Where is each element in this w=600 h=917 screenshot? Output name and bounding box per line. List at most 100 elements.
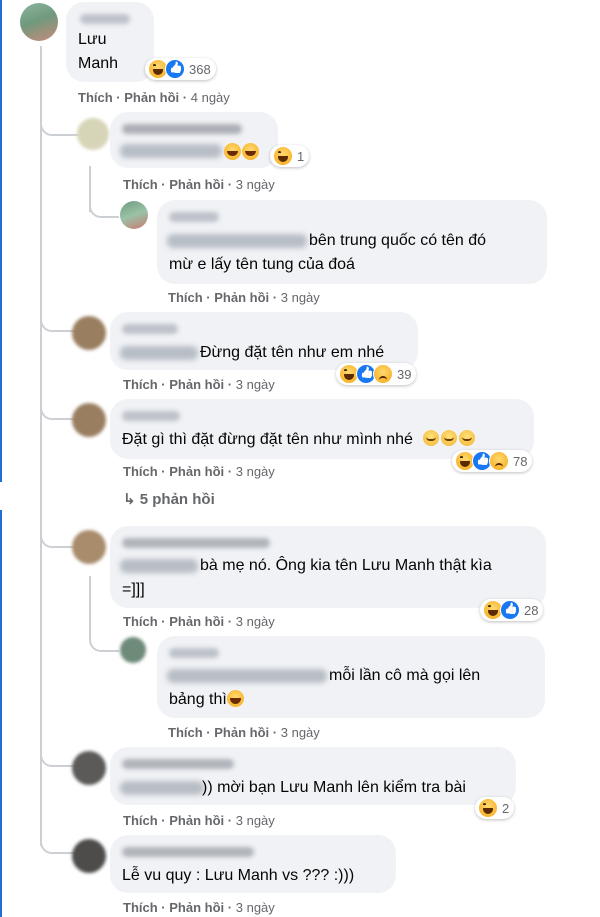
comment-text: )) mời bạn Lưu Manh lên kiểm tra bài — [202, 779, 466, 796]
avatar[interactable] — [20, 3, 58, 41]
separator: · — [161, 377, 166, 392]
author-name[interactable] — [122, 538, 270, 548]
sad-icon — [373, 364, 393, 384]
separator: · — [161, 813, 166, 828]
like-link[interactable]: Thích — [123, 900, 158, 915]
avatar[interactable] — [72, 530, 106, 564]
reaction-count: 28 — [524, 602, 539, 618]
timestamp[interactable]: 3 ngày — [281, 725, 320, 740]
author-name[interactable] — [122, 411, 180, 421]
separator: · — [227, 813, 233, 828]
timestamp[interactable]: 3 ngày — [281, 290, 320, 305]
mention-tag[interactable] — [167, 669, 327, 683]
author-name[interactable] — [80, 14, 130, 24]
thread-branch — [89, 630, 119, 652]
separator: · — [116, 90, 121, 105]
avatar[interactable] — [120, 201, 148, 229]
reaction-count: 368 — [189, 61, 211, 77]
reaction-summary[interactable]: 78 — [452, 450, 533, 472]
reaction-summary[interactable]: 2 — [475, 797, 515, 819]
like-link[interactable]: Thích — [168, 725, 203, 740]
comment-actions: Thích · Phản hồi · 3 ngày — [168, 290, 320, 305]
comment-text: Lễ vu quy : Lưu Manh vs ??? :))) — [122, 867, 355, 884]
author-name[interactable] — [122, 759, 234, 769]
separator: · — [182, 90, 188, 105]
comment-actions: Thích · Phản hồi · 3 ngày — [123, 464, 275, 479]
like-icon — [500, 600, 520, 620]
timestamp[interactable]: 4 ngày — [191, 90, 230, 105]
mention-tag[interactable] — [120, 346, 198, 360]
mention-tag[interactable] — [120, 559, 198, 573]
like-link[interactable]: Thích — [123, 377, 158, 392]
author-name[interactable] — [122, 847, 254, 857]
comment-bubble: Đừng đặt tên như em nhé — [110, 312, 418, 370]
like-link[interactable]: Thích — [123, 177, 158, 192]
reaction-summary[interactable]: 28 — [480, 599, 544, 621]
reaction-count: 39 — [397, 366, 412, 382]
timestamp[interactable]: 3 ngày — [236, 177, 275, 192]
author-name[interactable] — [122, 124, 242, 134]
reply-link[interactable]: Phản hồi — [169, 177, 224, 192]
timestamp[interactable]: 3 ngày — [236, 614, 275, 629]
sleepy-icon — [441, 430, 458, 446]
comment-actions: Thích · Phản hồi · 3 ngày — [123, 900, 275, 915]
avatar[interactable] — [77, 118, 109, 150]
left-edge-line — [0, 0, 2, 482]
author-name[interactable] — [122, 324, 178, 334]
comment-text: bảng thì — [169, 688, 244, 712]
emoji-text — [224, 143, 260, 162]
mention-tag[interactable] — [167, 234, 307, 248]
haha-icon — [478, 798, 498, 818]
comment-bubble: bên trung quốc có tên đó mừ e lấy tên tu… — [157, 200, 547, 284]
view-replies-link[interactable]: ↳ 5 phản hồi — [123, 490, 215, 508]
view-replies-label: 5 phản hồi — [139, 491, 215, 508]
avatar[interactable] — [120, 637, 146, 663]
separator: · — [161, 464, 166, 479]
avatar[interactable] — [72, 403, 106, 437]
mention-tag[interactable] — [120, 144, 222, 158]
reply-link[interactable]: Phản hồi — [169, 464, 224, 479]
separator: · — [227, 377, 233, 392]
like-link[interactable]: Thích — [123, 464, 158, 479]
comment-bubble: )) mời bạn Lưu Manh lên kiểm tra bài — [110, 747, 516, 805]
author-name[interactable] — [169, 648, 219, 658]
avatar[interactable] — [72, 316, 106, 350]
author-name[interactable] — [169, 212, 219, 222]
comment-bubble — [110, 112, 278, 168]
sleepy-icon — [423, 430, 440, 446]
reply-link[interactable]: Phản hồi — [169, 614, 224, 629]
timestamp[interactable]: 3 ngày — [236, 464, 275, 479]
like-link[interactable]: Thích — [123, 813, 158, 828]
like-link[interactable]: Thích — [78, 90, 113, 105]
avatar[interactable] — [72, 839, 106, 873]
reply-link[interactable]: Phản hồi — [169, 900, 224, 915]
timestamp[interactable]: 3 ngày — [236, 813, 275, 828]
reply-link[interactable]: Phản hồi — [124, 90, 179, 105]
mention-tag[interactable] — [120, 781, 204, 795]
separator: · — [161, 177, 166, 192]
like-link[interactable]: Thích — [168, 290, 203, 305]
reaction-summary[interactable]: 39 — [336, 363, 417, 385]
separator: · — [227, 464, 233, 479]
like-icon — [165, 59, 185, 79]
reply-link[interactable]: Phản hồi — [214, 290, 269, 305]
comment-text-body: Đặt gì thì đặt đừng đặt tên như mình nhé — [122, 431, 413, 448]
comment-text: bên trung quốc có tên đó — [309, 232, 487, 249]
comment-actions: Thích · Phản hồi · 3 ngày — [123, 177, 275, 192]
comment-bubble: Lễ vu quy : Lưu Manh vs ??? :))) — [110, 835, 396, 893]
reaction-summary[interactable]: 1 — [270, 145, 310, 167]
laugh-cry-icon — [224, 143, 241, 160]
reply-link[interactable]: Phản hồi — [169, 813, 224, 828]
reaction-count: 78 — [513, 453, 528, 469]
like-link[interactable]: Thích — [123, 614, 158, 629]
comment-text: Manh — [78, 55, 119, 72]
timestamp[interactable]: 3 ngày — [236, 377, 275, 392]
reaction-summary[interactable]: 368 — [145, 58, 216, 80]
thread-branch — [89, 196, 119, 218]
reply-link[interactable]: Phản hồi — [169, 377, 224, 392]
avatar[interactable] — [72, 751, 106, 785]
thread-line — [40, 46, 42, 846]
reply-link[interactable]: Phản hồi — [214, 725, 269, 740]
timestamp[interactable]: 3 ngày — [236, 900, 275, 915]
reaction-count: 2 — [502, 800, 510, 816]
